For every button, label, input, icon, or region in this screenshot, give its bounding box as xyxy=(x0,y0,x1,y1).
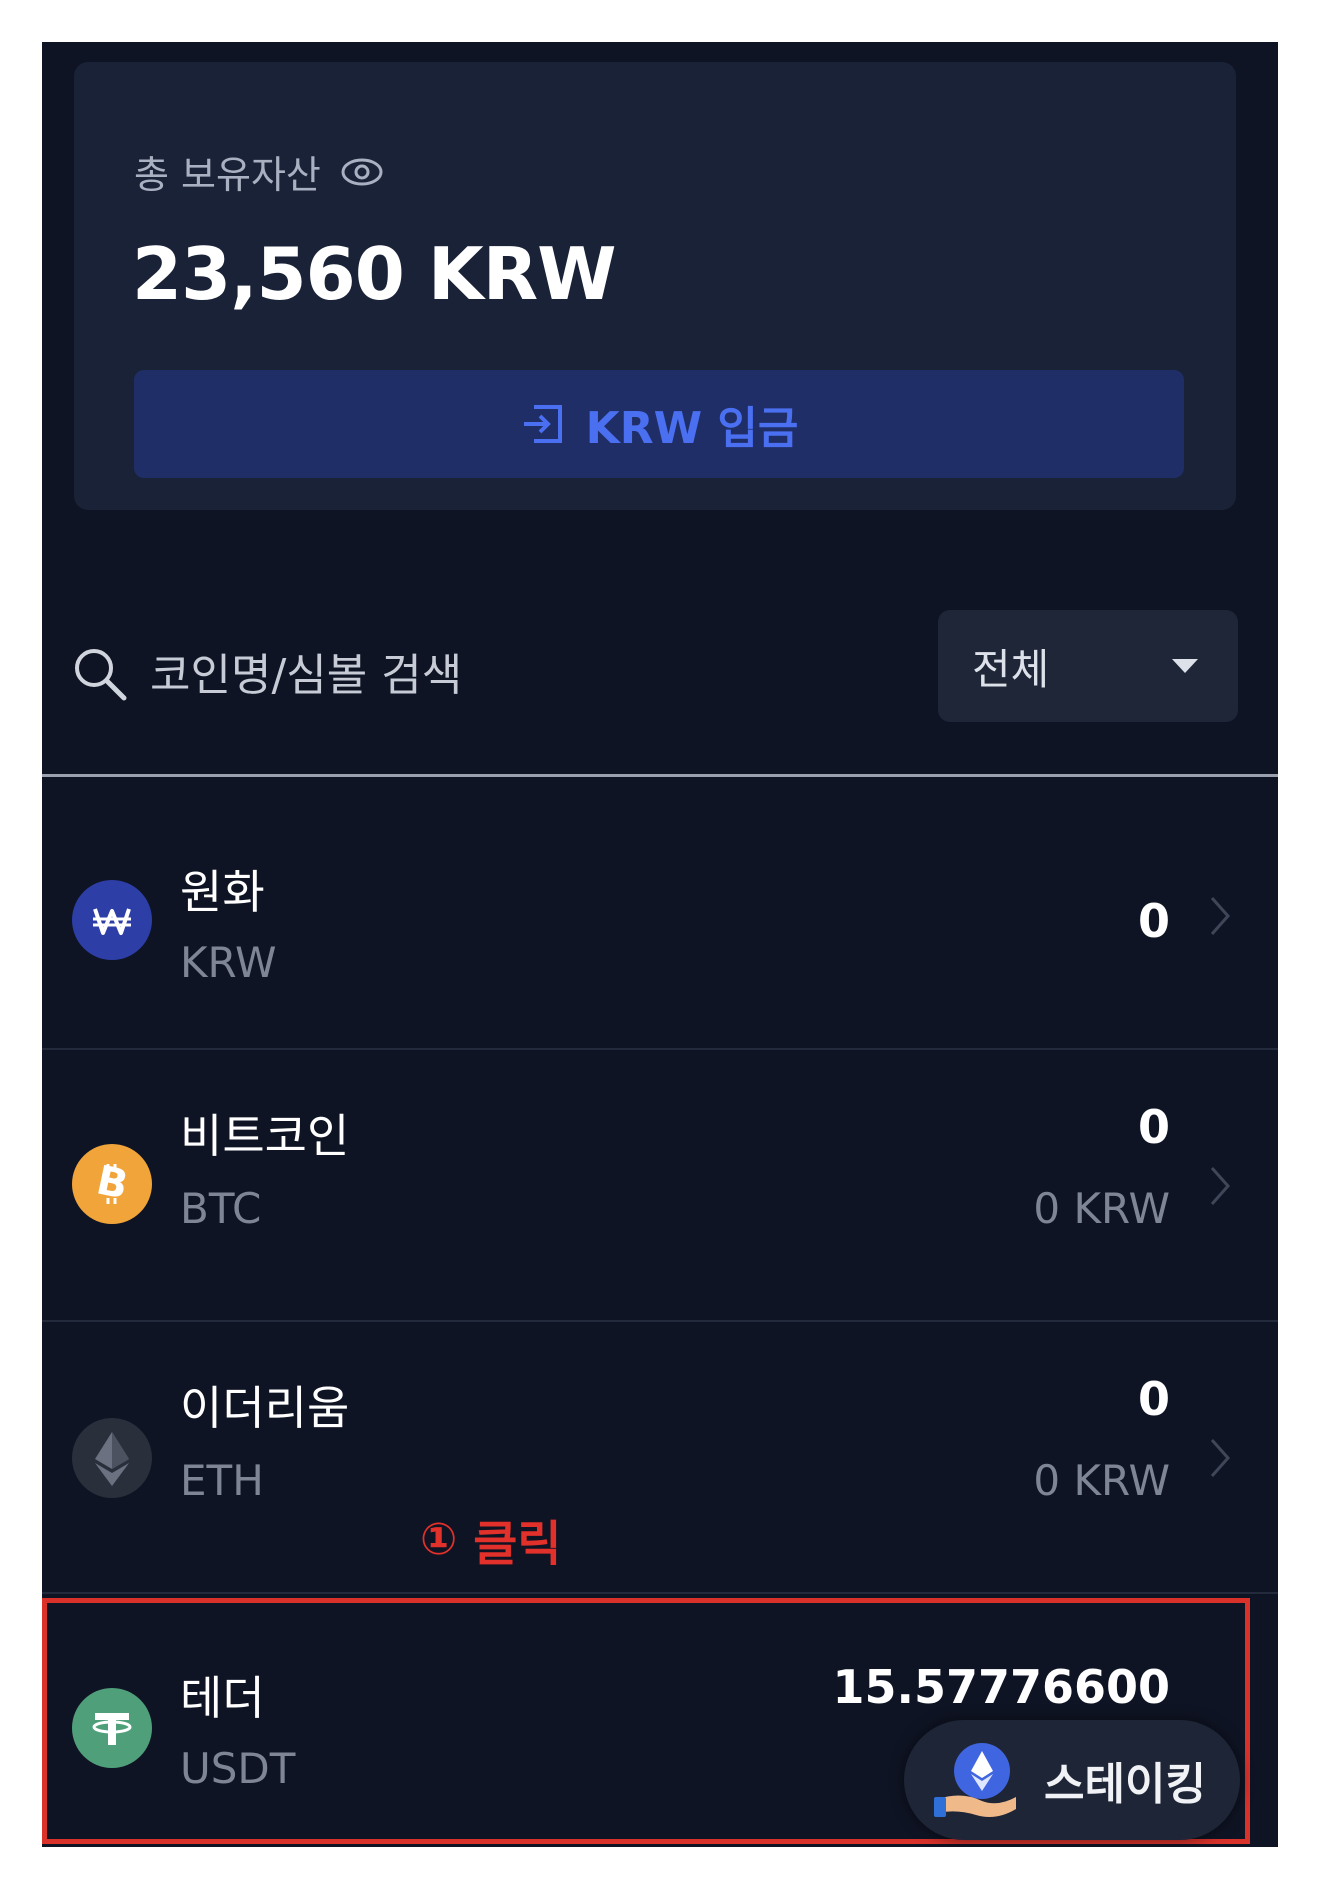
svg-text:B: B xyxy=(93,1157,132,1208)
search-row: 전체 xyxy=(42,602,1278,752)
coin-symbol: ETH xyxy=(180,1456,264,1505)
coin-symbol: BTC xyxy=(180,1184,262,1233)
annotation-text: 클릭 xyxy=(473,1516,562,1572)
coin-search-input[interactable] xyxy=(148,642,852,708)
filter-dropdown-value: 전체 xyxy=(972,644,1050,694)
coin-name: 테더 xyxy=(180,1671,265,1725)
staking-icon xyxy=(934,1743,1016,1817)
total-assets-label: 총 보유자산 xyxy=(134,153,321,197)
krw-deposit-button[interactable]: KRW 입금 xyxy=(134,370,1184,478)
coin-quantity: 0 xyxy=(1137,1100,1170,1154)
coin-row-eth[interactable]: 이더리움 ETH 0 0 KRW xyxy=(42,1322,1278,1594)
chevron-right-icon xyxy=(1210,1439,1231,1477)
chevron-right-icon xyxy=(1210,1167,1231,1205)
coin-quantity: 15.57776600 xyxy=(832,1660,1170,1714)
coin-symbol: KRW xyxy=(180,938,277,987)
chevron-right-icon xyxy=(1210,897,1231,935)
won-icon xyxy=(72,880,152,960)
wallet-screen: 총 보유자산 23,560 KRW KRW 입금 전체 xyxy=(42,42,1278,1847)
coin-name: 이더리움 xyxy=(180,1381,350,1435)
annotation-marker: ① xyxy=(420,1513,458,1565)
click-annotation: ① 클릭 xyxy=(420,1504,562,1574)
bitcoin-icon: B xyxy=(72,1144,152,1224)
ethereum-icon xyxy=(72,1418,152,1498)
total-assets-label-row: 총 보유자산 xyxy=(134,144,385,199)
coin-row-krw[interactable]: 원화 KRW 0 xyxy=(42,778,1278,1050)
filter-dropdown[interactable]: 전체 xyxy=(938,610,1238,722)
coin-row-btc[interactable]: B 비트코인 BTC 0 0 KRW xyxy=(42,1050,1278,1322)
asset-summary-card: 총 보유자산 23,560 KRW KRW 입금 xyxy=(74,62,1236,510)
tether-icon xyxy=(72,1688,152,1768)
total-assets-value: 23,560 KRW xyxy=(132,232,617,316)
coin-name: 비트코인 xyxy=(180,1109,350,1163)
search-icon xyxy=(75,649,127,701)
coin-quantity: 0 xyxy=(1137,894,1170,948)
caret-down-icon xyxy=(1172,659,1198,673)
staking-label: 스테이킹 xyxy=(1044,1759,1206,1810)
coin-krw-value: 0 KRW xyxy=(1033,1184,1170,1233)
coin-symbol: USDT xyxy=(180,1744,296,1793)
list-divider xyxy=(42,774,1278,777)
coin-krw-value: 0 KRW xyxy=(1033,1456,1170,1505)
staking-button[interactable]: 스테이킹 xyxy=(904,1720,1240,1840)
coin-name: 원화 xyxy=(180,865,265,919)
eye-icon[interactable] xyxy=(339,149,385,195)
krw-deposit-label: KRW 입금 xyxy=(585,403,799,454)
coin-quantity: 0 xyxy=(1137,1372,1170,1426)
deposit-icon xyxy=(523,405,562,443)
